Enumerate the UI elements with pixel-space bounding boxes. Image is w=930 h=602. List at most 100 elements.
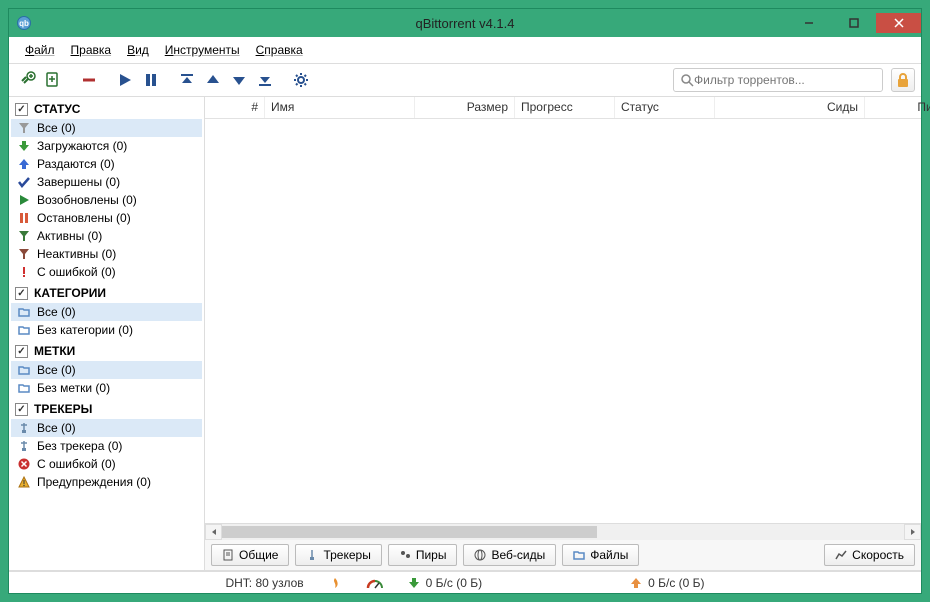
settings-button[interactable] <box>289 69 313 91</box>
scroll-thumb[interactable] <box>222 526 597 538</box>
filter-status-seeding[interactable]: Раздаются (0) <box>11 155 202 173</box>
filter-tag-all[interactable]: Все (0) <box>11 361 202 379</box>
network-icon <box>306 549 318 561</box>
document-icon <box>222 549 234 561</box>
statusbar: DHT: 80 узлов 0 Б/с (0 Б) 0 Б/с (0 Б) <box>9 571 921 593</box>
filter-status-error[interactable]: С ошибкой (0) <box>11 263 202 281</box>
pause-button[interactable] <box>139 69 163 91</box>
lock-button[interactable] <box>891 68 915 92</box>
scroll-left-icon[interactable] <box>205 524 222 540</box>
filter-status-paused[interactable]: Остановлены (0) <box>11 209 202 227</box>
filter-tag-untagged[interactable]: Без метки (0) <box>11 379 202 397</box>
folder-icon <box>17 382 31 394</box>
tab-trackers[interactable]: Трекеры <box>295 544 381 566</box>
move-down-button[interactable] <box>227 69 251 91</box>
filter-tracker-all[interactable]: Все (0) <box>11 419 202 437</box>
filter-status-completed[interactable]: Завершены (0) <box>11 173 202 191</box>
menu-tools[interactable]: Инструменты <box>157 39 248 61</box>
menubar: Файл Правка Вид Инструменты Справка <box>9 37 921 64</box>
menu-file[interactable]: Файл <box>17 39 63 61</box>
pause-icon <box>17 212 31 224</box>
filter-category-all[interactable]: Все (0) <box>11 303 202 321</box>
checkbox-icon: ✓ <box>15 287 28 300</box>
minimize-button[interactable] <box>786 13 831 33</box>
sidebar: ✓СТАТУС Все (0) Загружаются (0) Раздаютс… <box>9 97 205 570</box>
tab-general[interactable]: Общие <box>211 544 289 566</box>
horizontal-scrollbar[interactable] <box>205 523 921 540</box>
window-title: qBittorrent v4.1.4 <box>9 16 921 31</box>
filter-tracker-error[interactable]: С ошибкой (0) <box>11 455 202 473</box>
status-dht[interactable]: DHT: 80 узлов <box>225 576 303 590</box>
filter-status-inactive[interactable]: Неактивны (0) <box>11 245 202 263</box>
move-bottom-button[interactable] <box>253 69 277 91</box>
filter-input[interactable] <box>694 73 876 87</box>
resume-button[interactable] <box>113 69 137 91</box>
status-disk[interactable] <box>328 576 342 590</box>
col-size[interactable]: Размер <box>415 97 515 118</box>
move-up-button[interactable] <box>201 69 225 91</box>
tab-peers[interactable]: Пиры <box>388 544 458 566</box>
bottom-tabs: Общие Трекеры Пиры Веб-сиды Файлы Скорос… <box>205 540 921 570</box>
col-number[interactable]: # <box>205 97 265 118</box>
filter-group-status: ✓СТАТУС Все (0) Загружаются (0) Раздаютс… <box>11 99 202 281</box>
filter-group-tags: ✓МЕТКИ Все (0) Без метки (0) <box>11 341 202 397</box>
scroll-right-icon[interactable] <box>904 524 921 540</box>
tab-files[interactable]: Файлы <box>562 544 639 566</box>
filter-header-categories[interactable]: ✓КАТЕГОРИИ <box>11 283 202 303</box>
filter-header-tags[interactable]: ✓МЕТКИ <box>11 341 202 361</box>
chart-icon <box>835 549 847 561</box>
status-upload[interactable]: 0 Б/с (0 Б) <box>630 576 704 590</box>
titlebar[interactable]: qb qBittorrent v4.1.4 <box>9 9 921 37</box>
app-icon: qb <box>17 16 31 30</box>
col-peers[interactable]: Пиры <box>865 97 930 118</box>
close-button[interactable] <box>876 13 921 33</box>
funnel-icon <box>17 122 31 134</box>
menu-view[interactable]: Вид <box>119 39 157 61</box>
toolbar <box>9 64 921 97</box>
tab-webseeds[interactable]: Веб-сиды <box>463 544 556 566</box>
filter-status-downloading[interactable]: Загружаются (0) <box>11 137 202 155</box>
col-name[interactable]: Имя <box>265 97 415 118</box>
filter-tracker-trackerless[interactable]: Без трекера (0) <box>11 437 202 455</box>
delete-button[interactable] <box>77 69 101 91</box>
peers-icon <box>399 549 411 561</box>
folder-icon <box>17 324 31 336</box>
status-speedometer[interactable] <box>366 577 384 589</box>
arrow-down-icon <box>17 140 31 152</box>
network-icon <box>17 422 31 434</box>
add-link-button[interactable] <box>15 69 39 91</box>
menu-edit[interactable]: Правка <box>63 39 120 61</box>
status-download[interactable]: 0 Б/с (0 Б) <box>408 576 482 590</box>
move-top-button[interactable] <box>175 69 199 91</box>
col-status[interactable]: Статус <box>615 97 715 118</box>
col-seeds[interactable]: Сиды <box>715 97 865 118</box>
filter-status-all[interactable]: Все (0) <box>11 119 202 137</box>
filter-group-trackers: ✓ТРЕКЕРЫ Все (0) Без трекера (0) С ошибк… <box>11 399 202 491</box>
filter-status-active[interactable]: Активны (0) <box>11 227 202 245</box>
checkbox-icon: ✓ <box>15 403 28 416</box>
arrow-down-icon <box>408 577 420 589</box>
filter-header-trackers[interactable]: ✓ТРЕКЕРЫ <box>11 399 202 419</box>
arrow-up-icon <box>630 577 642 589</box>
tab-speed[interactable]: Скорость <box>824 544 915 566</box>
arrow-up-icon <box>17 158 31 170</box>
app-window: qb qBittorrent v4.1.4 Файл Правка Вид Ин… <box>8 8 922 594</box>
network-icon <box>17 440 31 452</box>
filter-tracker-warning[interactable]: Предупреждения (0) <box>11 473 202 491</box>
error-icon <box>17 458 31 470</box>
play-icon <box>17 194 31 206</box>
checkbox-icon: ✓ <box>15 103 28 116</box>
main-panel: # Имя Размер Прогресс Статус Сиды Пиры О… <box>205 97 921 570</box>
menu-help[interactable]: Справка <box>248 39 311 61</box>
speedometer-icon <box>366 577 384 589</box>
maximize-button[interactable] <box>831 13 876 33</box>
filter-header-status[interactable]: ✓СТАТУС <box>11 99 202 119</box>
funnel-inactive-icon <box>17 248 31 260</box>
col-progress[interactable]: Прогресс <box>515 97 615 118</box>
torrent-table-body <box>205 119 921 523</box>
filter-search[interactable] <box>673 68 883 92</box>
add-file-button[interactable] <box>41 69 65 91</box>
filter-status-resumed[interactable]: Возобновлены (0) <box>11 191 202 209</box>
funnel-active-icon <box>17 230 31 242</box>
filter-category-uncategorized[interactable]: Без категории (0) <box>11 321 202 339</box>
